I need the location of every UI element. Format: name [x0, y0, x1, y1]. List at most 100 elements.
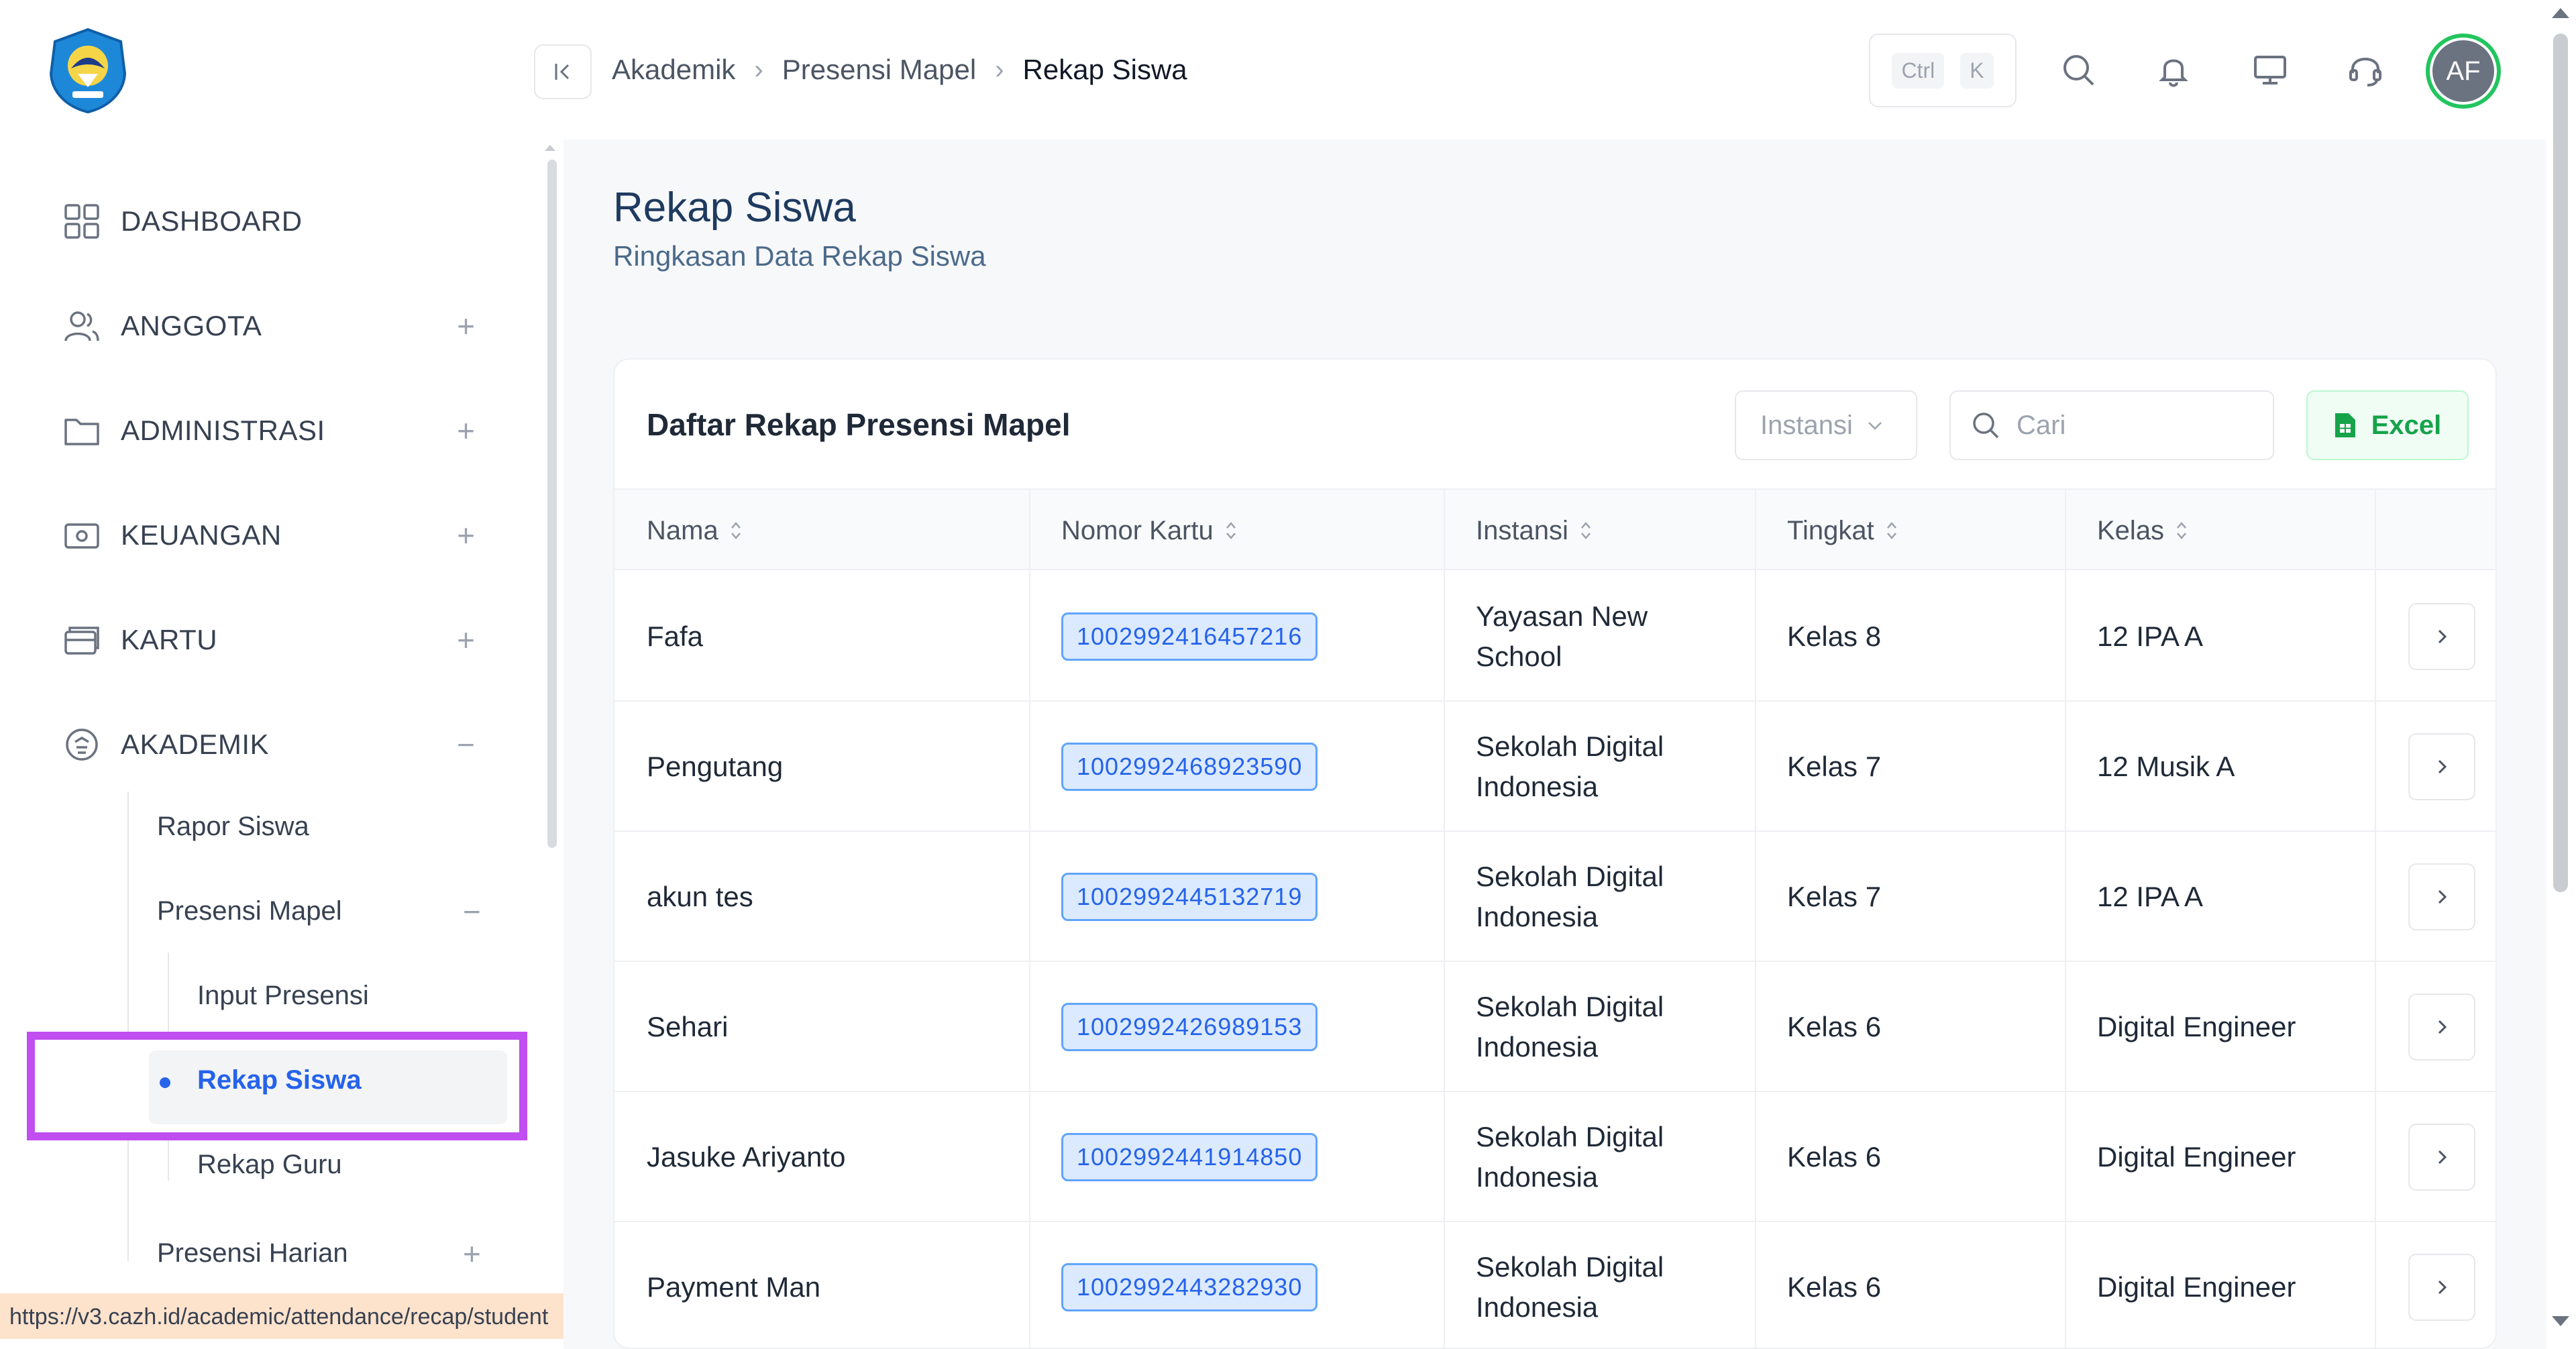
page-title: Rekap Siswa — [613, 184, 856, 231]
sidebar-item-keuangan[interactable]: KEUANGAN + — [62, 502, 504, 569]
card-number-badge: 1002992443282930 — [1061, 1263, 1318, 1311]
search-icon[interactable] — [2057, 48, 2100, 91]
sidebar-item-label[interactable]: Rekap Siswa — [197, 1065, 362, 1095]
expand-icon[interactable]: + — [457, 625, 475, 655]
sidebar-scroll-up[interactable] — [545, 145, 555, 151]
row-detail-button[interactable] — [2408, 733, 2475, 800]
search-field[interactable] — [1949, 390, 2274, 460]
headset-icon[interactable] — [2344, 48, 2387, 91]
sidebar-item-label: KARTU — [121, 624, 218, 655]
table-row[interactable]: Sehari 1002992426989153 Sekolah Digital … — [614, 962, 2496, 1092]
cell-nama: Sehari — [647, 1011, 729, 1042]
page-subtitle: Ringkasan Data Rekap Siswa — [613, 240, 986, 272]
chevron-right-icon — [2438, 1280, 2447, 1295]
row-detail-button[interactable] — [2408, 993, 2475, 1061]
sidebar-item-administrasi[interactable]: ADMINISTRASI + — [62, 397, 504, 464]
sidebar-item-rapor-siswa[interactable]: Rapor Siswa — [157, 812, 309, 842]
card-number-badge: 1002992426989153 — [1061, 1003, 1318, 1051]
search-input[interactable] — [2017, 410, 2271, 441]
sidebar: DASHBOARD ANGGOTA + ADMINISTRASI + KEUAN… — [0, 0, 605, 1349]
sort-icon[interactable] — [1885, 520, 1898, 541]
page-scroll-down[interactable] — [2552, 1316, 2569, 1326]
column-header-tingkat[interactable]: Tingkat — [1787, 490, 1898, 572]
sidebar-item-akademik[interactable]: AKADEMIK − — [62, 711, 504, 778]
user-avatar[interactable]: AF — [2426, 34, 2501, 109]
column-header-instansi[interactable]: Instansi — [1476, 490, 1593, 572]
avatar-initials: AF — [2430, 38, 2497, 105]
monitor-icon[interactable] — [2249, 48, 2292, 91]
cell-nama: akun tes — [647, 881, 753, 912]
cell-nama: Fafa — [647, 620, 704, 652]
sort-icon[interactable] — [2175, 520, 2188, 541]
table-row[interactable]: Payment Man 1002992443282930 Sekolah Dig… — [614, 1222, 2496, 1348]
row-detail-button[interactable] — [2408, 863, 2475, 930]
expand-icon[interactable]: + — [463, 1238, 481, 1269]
column-header-nomor-kartu[interactable]: Nomor Kartu — [1061, 490, 1238, 572]
bell-icon[interactable] — [2152, 48, 2195, 91]
cell-kelas: 12 IPA A — [2097, 620, 2204, 652]
sidebar-item-input-presensi[interactable]: Input Presensi — [197, 981, 369, 1011]
submenu-guide-line — [127, 792, 129, 1261]
chevron-down-icon — [1868, 422, 1882, 430]
column-header-label: Instansi — [1476, 515, 1568, 545]
instansi-select[interactable]: Instansi — [1735, 390, 1917, 460]
chevron-right-icon — [2438, 759, 2447, 774]
tut-wuri-handayani-logo[interactable] — [46, 27, 130, 114]
row-detail-button[interactable] — [2408, 1254, 2475, 1321]
column-header-kelas[interactable]: Kelas — [2097, 490, 2188, 572]
cell-kelas: Digital Engineer — [2097, 1141, 2296, 1173]
breadcrumb-akademik[interactable]: Akademik — [612, 54, 735, 86]
page-scroll-up[interactable] — [2552, 8, 2569, 18]
cell-nama: Pengutang — [647, 751, 784, 782]
table-row[interactable]: Jasuke Ariyanto 1002992441914850 Sekolah… — [614, 1092, 2496, 1222]
sidebar-scrollbar[interactable] — [547, 160, 557, 848]
export-excel-button[interactable]: Excel — [2306, 390, 2469, 460]
sidebar-item-label: DASHBOARD — [121, 205, 303, 237]
sidebar-item-rekap-guru[interactable]: Rekap Guru — [197, 1150, 342, 1180]
sidebar-item-dashboard[interactable]: DASHBOARD — [62, 188, 504, 255]
cell-nama: Payment Man — [647, 1271, 821, 1303]
cell-nomor-kartu: 1002992441914850 — [1061, 1092, 1318, 1222]
expand-icon[interactable]: + — [457, 520, 475, 551]
expand-icon[interactable]: + — [457, 311, 475, 341]
excel-file-icon — [2334, 413, 2355, 437]
collapse-icon[interactable]: − — [463, 896, 481, 927]
sort-icon[interactable] — [729, 520, 743, 541]
recap-table-card: Daftar Rekap Presensi Mapel Instansi Exc… — [613, 358, 2497, 1349]
cash-icon — [62, 515, 102, 555]
table-row[interactable]: Pengutang 1002992468923590 Sekolah Digit… — [614, 702, 2496, 832]
expand-icon[interactable]: + — [457, 415, 475, 446]
cell-tingkat: Kelas 6 — [1787, 1141, 1882, 1173]
card-title: Daftar Rekap Presensi Mapel — [647, 407, 1071, 442]
collapse-icon[interactable]: − — [457, 729, 475, 760]
collapse-left-icon — [555, 64, 570, 80]
column-header-label: Nomor Kartu — [1061, 515, 1214, 545]
page-scrollbar[interactable] — [2553, 34, 2568, 892]
cell-instansi: Sekolah Digital Indonesia — [1476, 861, 1664, 932]
sort-icon[interactable] — [1224, 520, 1238, 541]
sidebar-item-kartu[interactable]: KARTU + — [62, 606, 504, 673]
command-palette-shortcut[interactable]: Ctrl K — [1869, 34, 2017, 107]
collapse-sidebar-button[interactable] — [534, 44, 592, 99]
sidebar-item-presensi-mapel[interactable]: Presensi Mapel — [157, 896, 342, 926]
sidebar-item-presensi-harian[interactable]: Presensi Harian — [157, 1238, 348, 1269]
sort-icon[interactable] — [1579, 520, 1593, 541]
table-row[interactable]: Fafa 1002992416457216 Yayasan New School… — [614, 572, 2496, 702]
search-icon — [1973, 413, 1999, 439]
table-row[interactable]: akun tes 1002992445132719 Sekolah Digita… — [614, 832, 2496, 962]
row-detail-button[interactable] — [2408, 603, 2475, 670]
breadcrumb-current: Rekap Siswa — [1022, 54, 1187, 85]
cell-tingkat: Kelas 7 — [1787, 881, 1882, 912]
excel-button-label: Excel — [2371, 410, 2442, 440]
cell-nomor-kartu: 1002992416457216 — [1061, 572, 1318, 702]
cell-tingkat: Kelas 8 — [1787, 620, 1882, 652]
cell-nomor-kartu: 1002992468923590 — [1061, 702, 1318, 832]
sidebar-item-anggota[interactable]: ANGGOTA + — [62, 292, 504, 360]
breadcrumb-presensi-mapel[interactable]: Presensi Mapel — [782, 54, 976, 86]
column-header-nama[interactable]: Nama — [647, 490, 743, 572]
column-header-label: Nama — [647, 515, 718, 545]
row-detail-button[interactable] — [2408, 1124, 2475, 1191]
cell-tingkat: Kelas 6 — [1787, 1271, 1882, 1303]
column-header-label: Kelas — [2097, 515, 2165, 545]
status-bar-url: https://v3.cazh.id/academic/attendance/r… — [0, 1293, 605, 1339]
